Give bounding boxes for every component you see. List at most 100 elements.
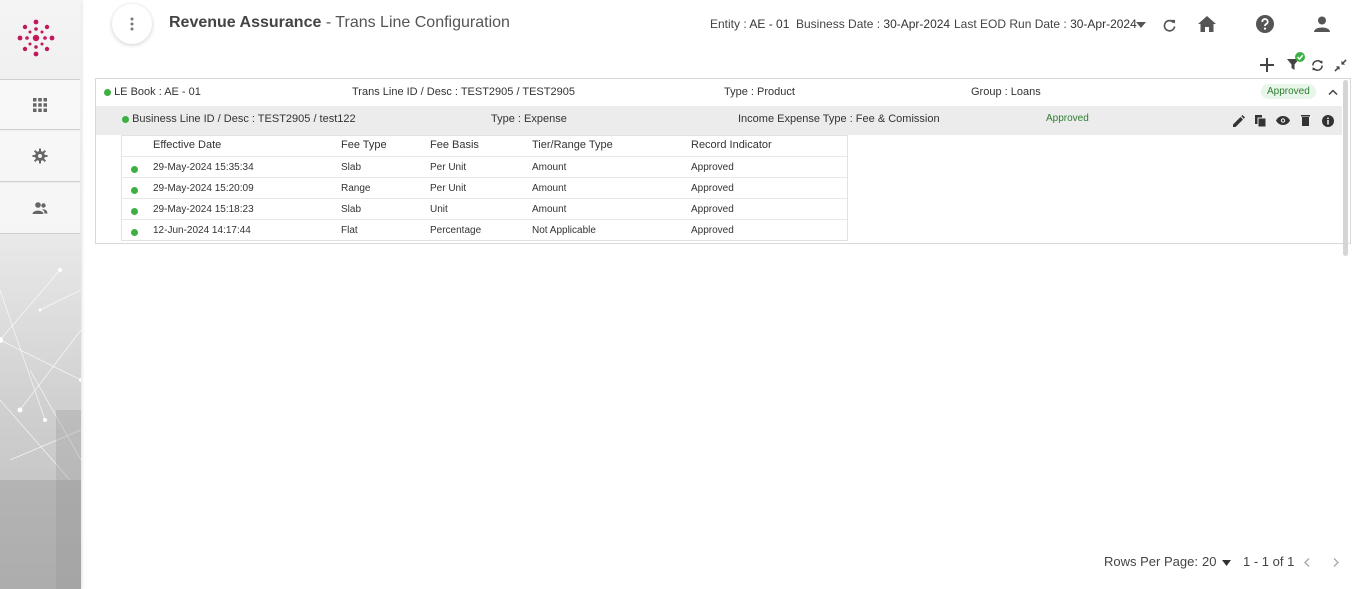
cell-record-indicator: Approved	[691, 162, 734, 173]
chevron-up-icon	[1328, 89, 1338, 95]
status-badge: Approved	[1261, 84, 1316, 99]
cell-fee-basis: Unit	[430, 204, 448, 215]
sidebar	[0, 0, 81, 589]
sidebar-apps-button[interactable]	[0, 79, 80, 130]
previous-page-button[interactable]	[1301, 556, 1313, 568]
cell-tier-range-type: Amount	[532, 204, 567, 215]
cell-effective-date: 29-May-2024 15:18:23	[153, 204, 254, 215]
caret-down-icon	[1222, 559, 1232, 566]
trans-line-id: Trans Line ID / Desc : TEST2905 / TEST29…	[352, 86, 575, 98]
cell-effective-date: 12-Jun-2024 14:17:44	[153, 225, 251, 236]
rows-per-page-select[interactable]: 20	[1202, 554, 1232, 569]
status-dot	[122, 115, 129, 123]
cell-record-indicator: Approved	[691, 204, 734, 215]
column-header-fee-type: Fee Type	[341, 139, 387, 151]
entity-dropdown-button[interactable]	[1134, 18, 1148, 32]
main-menu-button[interactable]	[112, 4, 152, 44]
cell-fee-type: Range	[341, 183, 371, 194]
chevron-left-icon	[1304, 557, 1310, 567]
edit-icon	[1232, 114, 1245, 127]
page-title: Revenue Assurance - Trans Line Configura…	[169, 14, 510, 32]
column-header-record-indicator: Record Indicator	[691, 139, 772, 151]
settings-gear-icon	[32, 148, 48, 164]
home-icon	[1198, 16, 1216, 32]
cell-fee-basis: Per Unit	[430, 183, 467, 194]
column-header-tier-range-type: Tier/Range Type	[532, 139, 613, 151]
business-line-type: Type : Expense	[491, 113, 567, 125]
module-title: Revenue Assurance	[169, 14, 322, 31]
screen-title: - Trans Line Configuration	[321, 14, 510, 31]
add-button[interactable]	[1259, 57, 1275, 73]
table-row[interactable]: 29-May-2024 15:18:23 Slab Unit Amount Ap…	[122, 198, 847, 219]
apps-grid-icon	[33, 97, 47, 112]
reload-icon	[1163, 19, 1175, 32]
collapse-view-button[interactable]	[1332, 57, 1348, 73]
refresh-icon	[1311, 59, 1323, 71]
user-management-icon	[32, 202, 48, 214]
delete-button[interactable]	[1299, 114, 1311, 127]
vertical-scrollbar[interactable]	[1343, 80, 1348, 256]
company-logo	[17, 19, 55, 57]
business-date-value: 30-Apr-2024	[883, 17, 951, 31]
help-icon	[1256, 15, 1274, 33]
cell-fee-basis: Percentage	[430, 225, 482, 236]
status-dot	[131, 186, 138, 194]
sidebar-settings-button[interactable]	[0, 131, 80, 182]
column-header-fee-basis: Fee Basis	[430, 139, 479, 151]
home-button[interactable]	[1196, 13, 1218, 35]
copy-button[interactable]	[1254, 114, 1267, 127]
sidebar-users-button[interactable]	[0, 183, 80, 234]
entity-label: Entity :	[710, 17, 747, 31]
le-book-field: LE Book : AE - 01	[104, 86, 201, 98]
filter-button[interactable]	[1285, 52, 1307, 72]
income-expense-type: Income Expense Type : Fee & Comission	[738, 113, 940, 125]
cell-fee-basis: Per Unit	[430, 162, 467, 173]
business-line-row[interactable]: Business Line ID / Desc : TEST2905 / tes…	[96, 106, 1342, 135]
info-icon	[1321, 114, 1334, 127]
collapse-row-button[interactable]	[1326, 85, 1340, 99]
copy-icon	[1255, 114, 1266, 127]
business-line-status: Approved	[1046, 113, 1089, 124]
next-page-button[interactable]	[1330, 556, 1342, 568]
view-icon	[1276, 116, 1290, 125]
cell-tier-range-type: Amount	[532, 183, 567, 194]
trans-line-header-row[interactable]: LE Book : AE - 01 Trans Line ID / Desc :…	[96, 79, 1350, 106]
le-book-text: LE Book : AE - 01	[114, 86, 201, 98]
view-button[interactable]	[1276, 114, 1290, 127]
cell-fee-type: Slab	[341, 162, 362, 173]
sync-button[interactable]	[1309, 57, 1325, 73]
user-profile-button[interactable]	[1311, 13, 1333, 35]
add-icon	[1260, 58, 1274, 72]
more-vertical-icon	[130, 17, 134, 31]
entity-value: AE - 01	[749, 17, 790, 31]
help-button[interactable]	[1254, 13, 1276, 35]
cell-fee-type: Slab	[341, 204, 362, 215]
trans-line-type: Type : Product	[724, 86, 795, 98]
cell-effective-date: 29-May-2024 15:35:34	[153, 162, 254, 173]
entity-info: Entity : AE - 01	[710, 17, 789, 31]
eod-date-info: Last EOD Run Date : 30-Apr-2024	[954, 17, 1137, 31]
record-panel: LE Book : AE - 01 Trans Line ID / Desc :…	[95, 78, 1351, 244]
cell-tier-range-type: Amount	[532, 162, 567, 173]
trans-line-group: Group : Loans	[971, 86, 1041, 98]
rows-per-page-value: 20	[1202, 554, 1217, 569]
business-line-field: Business Line ID / Desc : TEST2905 / tes…	[122, 113, 356, 125]
reload-button[interactable]	[1160, 16, 1178, 34]
delete-icon	[1300, 115, 1310, 126]
info-button[interactable]	[1321, 114, 1334, 127]
table-row[interactable]: 29-May-2024 15:20:09 Range Per Unit Amou…	[122, 177, 847, 198]
network-background-image	[0, 268, 81, 589]
business-line-text: Business Line ID / Desc : TEST2905 / tes…	[132, 113, 356, 125]
status-dot	[104, 88, 111, 96]
cell-fee-type: Flat	[341, 225, 358, 236]
table-row[interactable]: 12-Jun-2024 14:17:44 Flat Percentage Not…	[122, 219, 847, 240]
status-dot	[131, 207, 138, 215]
table-row[interactable]: 29-May-2024 15:35:34 Slab Per Unit Amoun…	[122, 156, 847, 177]
caret-down-icon	[1136, 22, 1146, 28]
cell-record-indicator: Approved	[691, 183, 734, 194]
status-dot	[131, 228, 138, 236]
filter-icon	[1287, 52, 1305, 70]
eod-date-value: 30-Apr-2024	[1070, 17, 1137, 31]
edit-button[interactable]	[1232, 114, 1245, 127]
fee-details-table: Effective Date Fee Type Fee Basis Tier/R…	[121, 135, 848, 241]
